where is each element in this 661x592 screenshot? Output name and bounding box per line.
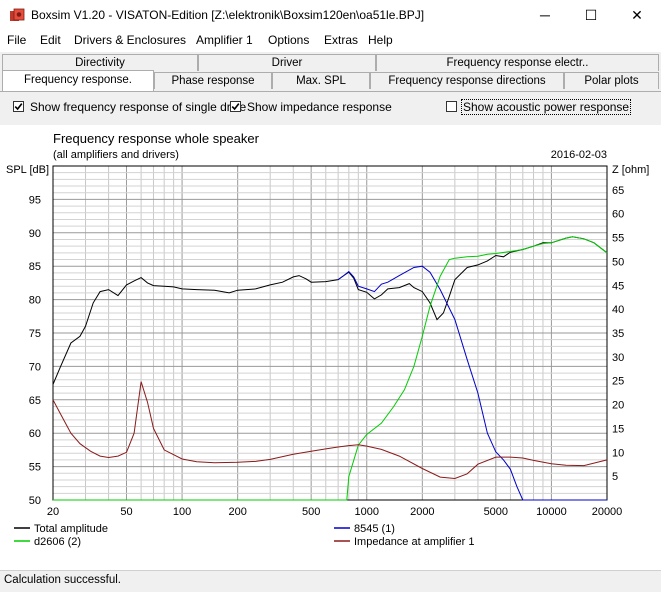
tab-frequency-response-electrical[interactable]: Frequency response electr.. — [376, 54, 659, 71]
close-button[interactable]: ✕ — [614, 0, 660, 30]
y-tick-label: 80 — [29, 295, 41, 307]
y2-tick-label: 60 — [612, 209, 624, 221]
single-drive-checkbox[interactable] — [13, 101, 24, 112]
window-title: Boxsim V1.20 - VISATON-Edition [Z:\elekt… — [31, 8, 425, 22]
tab-frequency-response[interactable]: Frequency response. — [2, 70, 154, 91]
y2-tick-label: 50 — [612, 256, 624, 268]
single-drive-label: Show frequency response of single drive — [30, 100, 247, 114]
chart-title: Frequency response whole speaker — [53, 131, 260, 146]
y2-tick-label: 45 — [612, 280, 624, 292]
y-tick-label: 65 — [29, 395, 41, 407]
axis-ticks: 20 50 100 200 500 1000 2000 5000 10000 20000 50 55 6… — [29, 185, 625, 518]
minimize-button[interactable]: ─ — [522, 0, 568, 30]
x-tick-label: 10000 — [536, 506, 567, 518]
series-line — [52, 381, 608, 480]
x-tick-label: 20 — [47, 506, 59, 518]
y2-tick-label: 15 — [612, 423, 624, 435]
y2-tick-label: 10 — [612, 447, 624, 459]
y-tick-label: 85 — [29, 261, 41, 273]
x-tick-label: 200 — [228, 506, 246, 518]
close-icon: ✕ — [631, 6, 643, 23]
acoustic-power-checkbox[interactable] — [446, 101, 457, 112]
y2-tick-label: 25 — [612, 376, 624, 388]
menu-edit[interactable]: Edit — [40, 33, 61, 47]
x-tick-label: 5000 — [484, 506, 508, 518]
tab-frequency-response-directions[interactable]: Frequency response directions — [370, 72, 564, 89]
checkmark-icon — [231, 103, 240, 111]
tab-polar-plots[interactable]: Polar plots — [564, 72, 659, 89]
chart-legend: Total amplituded2606 (2) 8545 (1)Impedanc… — [14, 523, 474, 548]
menu-drivers-enclosures[interactable]: Drivers & Enclosures — [74, 33, 186, 47]
chart-subtitle: (all amplifiers and drivers) — [53, 149, 179, 161]
y2-axis-label: Z [ohm] — [612, 164, 649, 176]
tab-phase-response[interactable]: Phase response — [154, 72, 272, 89]
x-tick-label: 20000 — [592, 506, 623, 518]
y-tick-label: 60 — [29, 428, 41, 440]
y2-tick-label: 20 — [612, 400, 624, 412]
y2-tick-label: 65 — [612, 185, 624, 197]
tab-max-spl[interactable]: Max. SPL — [272, 72, 370, 89]
boxsim-app-icon — [10, 8, 25, 21]
impedance-label: Show impedance response — [247, 100, 392, 114]
menu-options[interactable]: Options — [268, 33, 309, 47]
tab-driver[interactable]: Driver — [198, 54, 376, 71]
legend-label: Impedance at amplifier 1 — [354, 536, 474, 548]
maximize-button[interactable]: ☐ — [568, 0, 614, 30]
x-tick-label: 2000 — [410, 506, 434, 518]
y2-tick-label: 40 — [612, 304, 624, 316]
tab-strip: Directivity Driver Frequency response el… — [0, 52, 661, 91]
impedance-checkbox[interactable] — [230, 101, 241, 112]
tab-directivity[interactable]: Directivity — [2, 54, 198, 71]
x-tick-label: 50 — [120, 506, 132, 518]
menu-file[interactable]: File — [7, 33, 26, 47]
series-line — [53, 236, 608, 501]
chart-date: 2016-02-03 — [551, 149, 607, 161]
x-tick-label: 1000 — [355, 506, 379, 518]
y2-tick-label: 5 — [612, 471, 618, 483]
y-axis-label: SPL [dB] — [6, 164, 49, 176]
frequency-response-chart: 20 50 100 200 500 1000 2000 5000 10000 20000 50 55 6… — [6, 131, 649, 548]
series-line — [52, 236, 608, 385]
menu-help[interactable]: Help — [368, 33, 393, 47]
y-tick-label: 75 — [29, 328, 41, 340]
y-tick-label: 95 — [29, 194, 41, 206]
menu-amplifier[interactable]: Amplifier 1 — [196, 33, 253, 47]
y-tick-label: 70 — [29, 361, 41, 373]
y2-tick-label: 30 — [612, 352, 624, 364]
status-text: Calculation successful. — [4, 574, 121, 586]
menu-extras[interactable]: Extras — [324, 33, 358, 47]
legend-label: d2606 (2) — [34, 536, 81, 548]
legend-label: Total amplitude — [34, 523, 108, 535]
series-lines — [52, 236, 608, 501]
acoustic-power-label: Show acoustic power response — [460, 99, 632, 115]
checkmark-icon — [14, 103, 23, 111]
y2-tick-label: 35 — [612, 328, 624, 340]
y2-tick-label: 55 — [612, 233, 624, 245]
legend-label: 8545 (1) — [354, 523, 395, 535]
x-tick-label: 500 — [302, 506, 320, 518]
y-tick-label: 90 — [29, 228, 41, 240]
x-tick-label: 100 — [173, 506, 191, 518]
y-tick-label: 50 — [29, 495, 41, 507]
maximize-icon: ☐ — [584, 6, 598, 23]
minimize-icon: ─ — [540, 7, 550, 23]
chart-grid — [53, 166, 607, 500]
y-tick-label: 55 — [29, 462, 41, 474]
